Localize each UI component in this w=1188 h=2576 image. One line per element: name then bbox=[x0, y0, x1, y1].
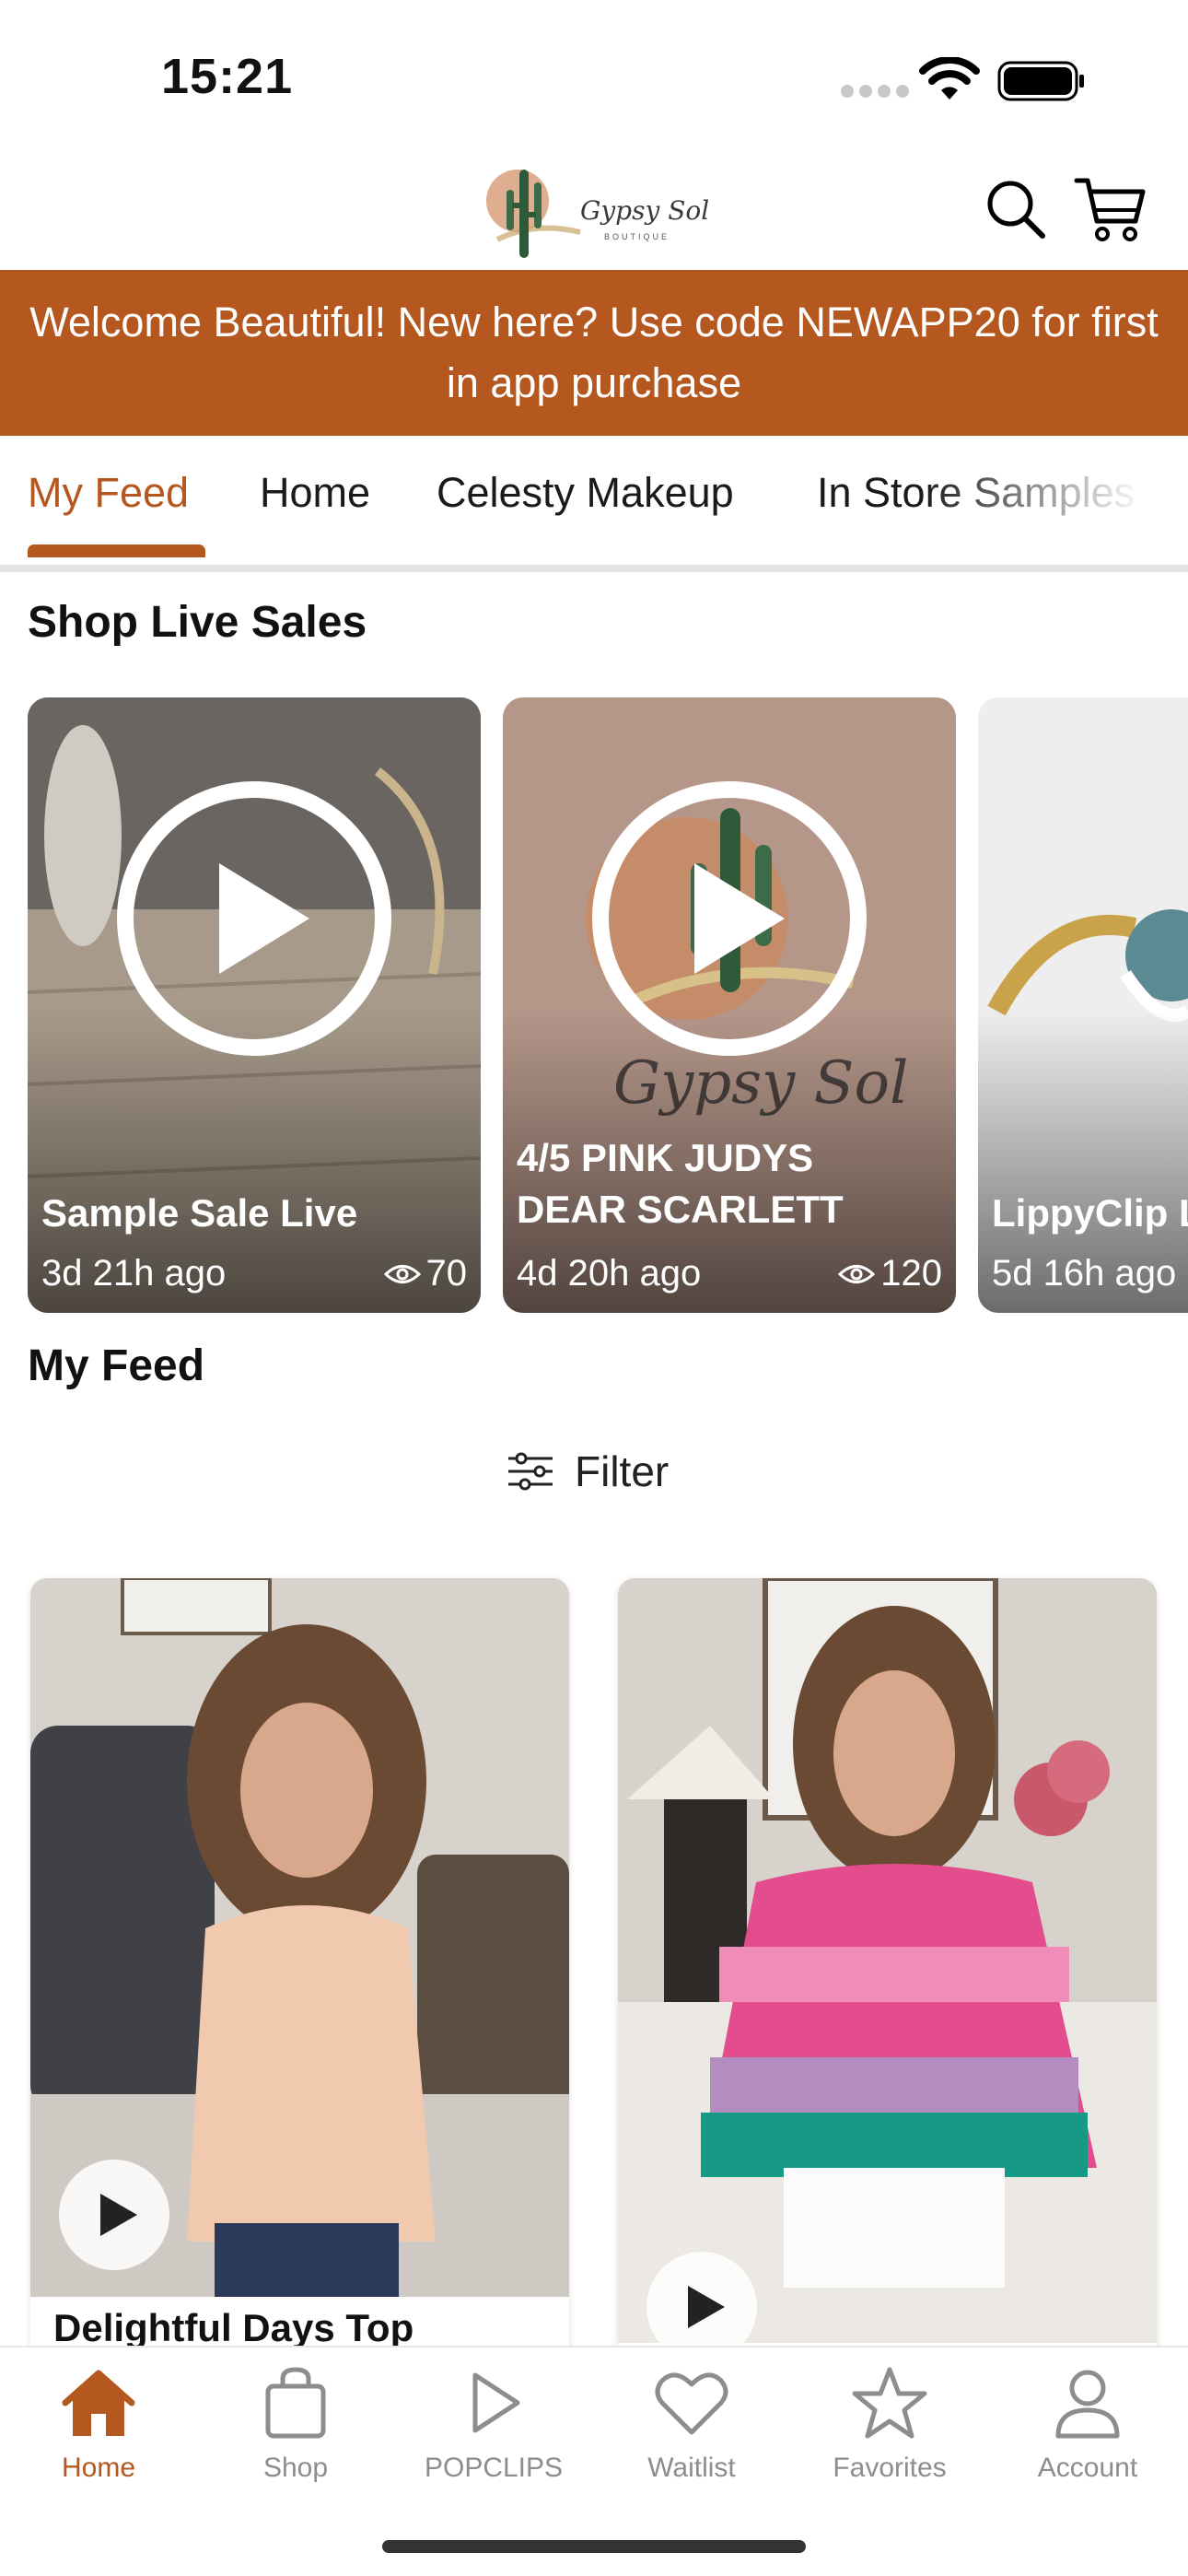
live-card-title: Sample Sale Live bbox=[41, 1191, 358, 1235]
shopping-bag-icon bbox=[265, 2367, 326, 2439]
home-indicator[interactable] bbox=[382, 2540, 806, 2553]
promo-banner[interactable]: Welcome Beautiful! New here? Use code NE… bbox=[0, 270, 1188, 436]
views-count: 120 bbox=[880, 1253, 942, 1294]
live-card-time: 4d 20h ago bbox=[517, 1253, 702, 1294]
live-card-time: 5d 16h ago bbox=[992, 1253, 1177, 1294]
app-header: Gypsy Sol BOUTIQUE bbox=[0, 147, 1188, 270]
nav-favorites[interactable]: Favorites bbox=[798, 2366, 982, 2484]
tab-celesty-makeup[interactable]: Celesty Makeup bbox=[437, 469, 734, 517]
nav-popclips[interactable]: POPCLIPS bbox=[402, 2366, 586, 2484]
live-card-title: 4/5 PINK JUDYS DEAR SCARLETT bbox=[517, 1132, 844, 1235]
star-icon bbox=[852, 2367, 927, 2439]
live-card[interactable]: Sample Sale Live 3d 21h ago 70 bbox=[28, 697, 481, 1313]
nav-shop[interactable]: Shop bbox=[204, 2366, 388, 2484]
user-icon bbox=[1055, 2370, 1120, 2439]
nav-waitlist[interactable]: Waitlist bbox=[600, 2366, 784, 2484]
live-card-title-line: DEAR SCARLETT bbox=[517, 1188, 844, 1231]
live-card-views: 70 bbox=[383, 1253, 468, 1294]
section-title-my-feed: My Feed bbox=[28, 1341, 205, 1390]
live-card-title: LippyClip L bbox=[992, 1191, 1188, 1235]
play-icon bbox=[472, 2372, 520, 2433]
battery-icon bbox=[997, 61, 1084, 101]
status-bar: 15:21 bbox=[0, 0, 1188, 147]
live-card-time: 3d 21h ago bbox=[41, 1253, 227, 1294]
promo-text: Welcome Beautiful! New here? Use code NE… bbox=[29, 299, 1159, 406]
nav-label: Home bbox=[61, 2453, 136, 2483]
live-card[interactable]: Gypsy Sol 4/5 PINK JUDYS DEAR SCARLETT 4… bbox=[503, 697, 956, 1313]
nav-label: POPCLIPS bbox=[424, 2453, 564, 2483]
nav-label: Shop bbox=[262, 2453, 329, 2483]
nav-home[interactable]: Home bbox=[6, 2366, 191, 2484]
nav-label: Account bbox=[1037, 2453, 1138, 2483]
product-photo bbox=[618, 1578, 1157, 2343]
eye-icon bbox=[838, 1264, 876, 1283]
home-icon bbox=[62, 2370, 135, 2436]
status-time: 15:21 bbox=[161, 49, 294, 104]
play-icon[interactable] bbox=[591, 780, 868, 1057]
section-title-live-sales: Shop Live Sales bbox=[28, 598, 367, 647]
cellular-signal-icon bbox=[841, 85, 909, 98]
wifi-icon bbox=[919, 57, 980, 100]
heart-icon bbox=[655, 2372, 728, 2435]
tab-my-feed[interactable]: My Feed bbox=[28, 469, 189, 517]
live-card-views: 120 bbox=[838, 1253, 942, 1294]
live-card-title-line: 4/5 PINK JUDYS bbox=[517, 1136, 814, 1179]
search-icon[interactable] bbox=[984, 177, 1048, 241]
video-play-icon[interactable] bbox=[58, 2159, 170, 2271]
brand-name: Gypsy Sol bbox=[580, 195, 710, 226]
filter-sliders-icon bbox=[508, 1452, 553, 1491]
eye-icon bbox=[383, 1264, 421, 1283]
play-icon[interactable] bbox=[116, 780, 392, 1057]
cart-icon[interactable] bbox=[1073, 173, 1147, 243]
nav-label: Waitlist bbox=[647, 2453, 736, 2483]
nav-account[interactable]: Account bbox=[996, 2366, 1180, 2484]
brand-subtitle: BOUTIQUE bbox=[604, 232, 670, 241]
live-card[interactable]: LippyClip L 5d 16h ago bbox=[978, 697, 1188, 1313]
filter-button[interactable]: Filter bbox=[507, 1442, 669, 1501]
nav-label: Favorites bbox=[833, 2453, 947, 2483]
tabs-fade-overlay bbox=[921, 436, 1188, 556]
views-count: 70 bbox=[425, 1253, 468, 1294]
active-tab-indicator bbox=[28, 544, 205, 557]
feed-tabs: My Feed Home Celesty Makeup In Store Sam… bbox=[0, 436, 1188, 572]
filter-label: Filter bbox=[575, 1447, 670, 1495]
product-name: Delightful Days Top bbox=[53, 2306, 414, 2349]
tab-home[interactable]: Home bbox=[260, 469, 370, 517]
